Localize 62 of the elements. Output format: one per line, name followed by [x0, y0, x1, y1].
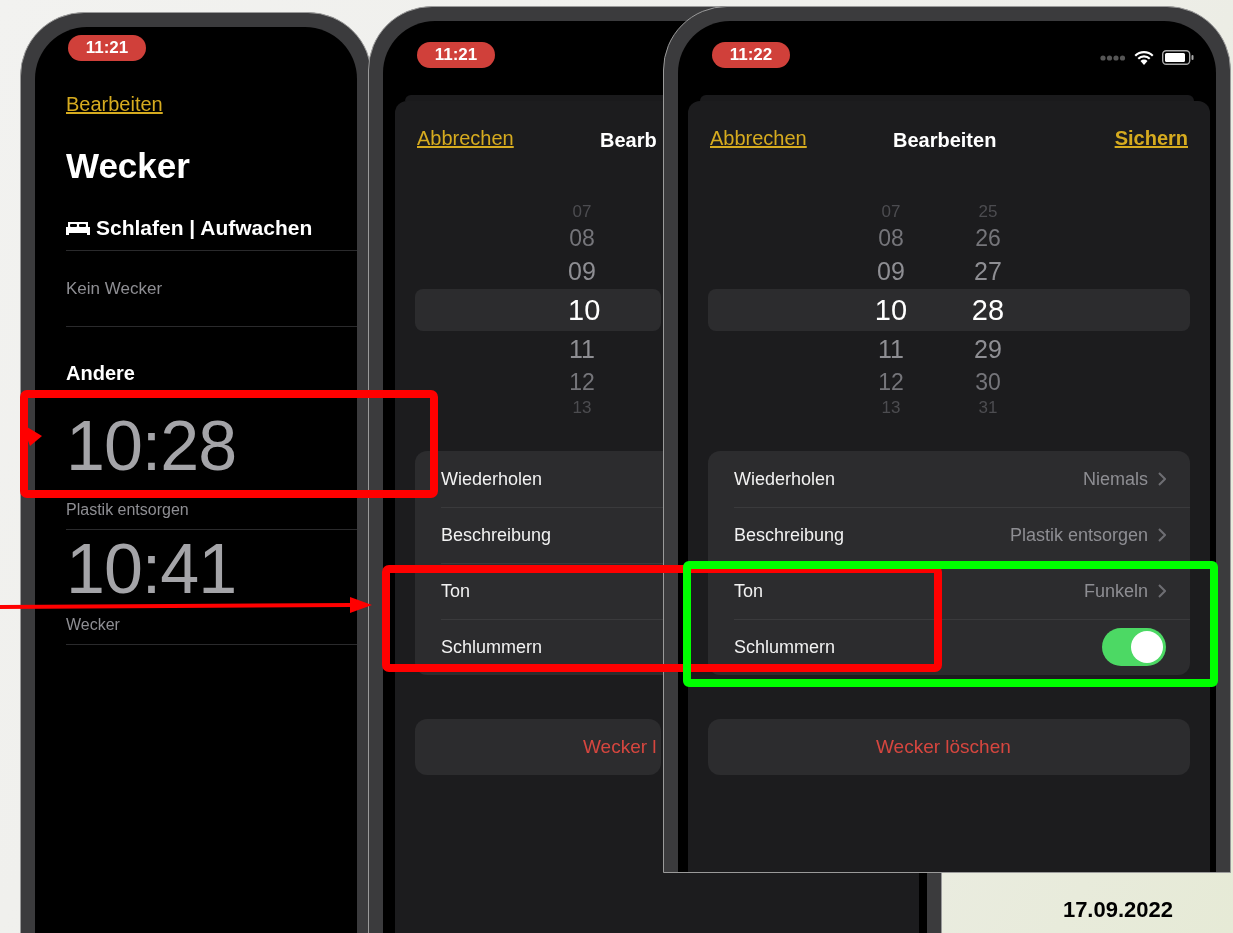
picker-hour: 08 — [568, 224, 596, 252]
cancel-link[interactable]: Abbrechen — [710, 127, 807, 150]
setting-value: Plastik entsorgen — [1009, 524, 1148, 546]
picker-hour: 10 — [568, 293, 601, 327]
alarm-label: Plastik entsorgen — [66, 501, 190, 519]
picker-hour: 11 — [877, 334, 905, 364]
picker-minute: 29 — [973, 334, 1003, 364]
picker-minute: 28 — [970, 293, 1006, 327]
picker-hour: 09 — [876, 256, 906, 286]
setting-label[interactable]: Schlummern — [734, 636, 836, 658]
cancel-link[interactable]: Abbrechen — [417, 127, 514, 150]
picker-hour: 10 — [873, 293, 909, 327]
picker-row[interactable]: 11 29 — [708, 331, 1190, 367]
chevron-icon — [1158, 472, 1166, 486]
wifi-icon — [1134, 50, 1154, 65]
status-time: 11:21 — [417, 42, 495, 68]
picker-hour: 09 — [568, 256, 596, 286]
setting-label[interactable]: Schlummern — [441, 636, 543, 658]
picker-row[interactable]: 08 26 — [708, 223, 1190, 253]
setting-label[interactable]: Beschreibung — [734, 524, 845, 546]
page-title: Wecker — [66, 146, 191, 186]
chevron-icon — [1158, 528, 1166, 542]
setting-label[interactable]: Beschreibung — [441, 524, 552, 546]
picker-minute: 27 — [973, 256, 1003, 286]
picker-minute: 30 — [974, 368, 1002, 396]
picker-row[interactable]: 12 — [415, 367, 661, 397]
setting-value: Funkeln — [1083, 580, 1148, 602]
picker-row[interactable]: 12 30 — [708, 367, 1190, 397]
status-time: 11:22 — [712, 42, 790, 68]
status-time: 11:21 — [68, 35, 146, 61]
alarm-time[interactable]: 10:41 — [66, 530, 237, 608]
sheet-title: Bearb — [600, 128, 657, 152]
alarm-time[interactable]: 10:28 — [66, 407, 237, 485]
picker-row[interactable]: 09 — [415, 253, 661, 289]
section-header: Andere — [66, 362, 136, 385]
setting-label[interactable]: Ton — [734, 580, 764, 602]
battery-icon — [1162, 50, 1194, 65]
picker-row[interactable]: 11 — [415, 331, 661, 367]
picker-minute: 26 — [974, 224, 1002, 252]
setting-label[interactable]: Ton — [441, 580, 471, 602]
snooze-toggle[interactable] — [1102, 628, 1166, 666]
setting-label[interactable]: Wiederholen — [441, 468, 543, 490]
sleep-header[interactable]: Schlafen | Aufwachen — [96, 216, 313, 240]
picker-selection[interactable]: 10 — [415, 289, 661, 331]
picker-selection[interactable]: 10 28 — [708, 289, 1190, 331]
signal-icon — [1100, 54, 1126, 61]
date-label: 17.09.2022 — [1062, 897, 1173, 923]
edit-link[interactable]: Bearbeiten — [66, 93, 163, 116]
picker-hour: 08 — [877, 224, 905, 252]
picker-row[interactable]: 08 — [415, 223, 661, 253]
bed-icon — [66, 221, 90, 235]
picker-hour: 12 — [877, 368, 905, 396]
chevron-icon — [1158, 584, 1166, 598]
alarm-label: Wecker — [66, 616, 121, 634]
picker-hour: 11 — [568, 334, 596, 364]
setting-label[interactable]: Wiederholen — [734, 468, 836, 490]
setting-value: Niemals — [1083, 468, 1148, 490]
sleep-status: Kein Wecker — [66, 251, 357, 327]
picker-hour: 12 — [568, 368, 596, 396]
sheet-title: Bearbeiten — [893, 128, 997, 152]
save-link[interactable]: Sichern — [1114, 127, 1188, 150]
picker-row[interactable]: 09 27 — [708, 253, 1190, 289]
